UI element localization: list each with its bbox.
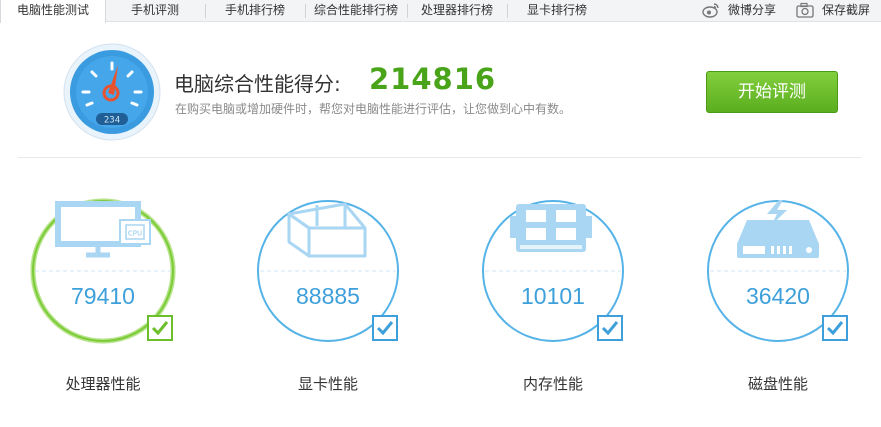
- disk-score: 36420: [746, 283, 810, 309]
- gpu-performance-card[interactable]: 88885 显卡性能: [255, 198, 405, 398]
- weibo-share-label: 微博分享: [728, 3, 777, 17]
- tab-overall-ranking[interactable]: 综合性能排行榜: [308, 0, 404, 22]
- section-divider: [18, 157, 861, 158]
- tab-pc-performance-test[interactable]: 电脑性能测试: [0, 0, 106, 23]
- checked-checkbox-icon[interactable]: [372, 315, 398, 341]
- gauge-readout: 234: [104, 116, 120, 126]
- weibo-icon: [702, 3, 719, 18]
- checked-checkbox-icon[interactable]: [597, 315, 623, 341]
- cpu-performance-label: 处理器性能: [65, 375, 141, 393]
- gpu-performance-label: 显卡性能: [297, 375, 358, 393]
- overall-score-value: 214816: [369, 62, 497, 96]
- memory-performance-card[interactable]: 10101 内存性能: [480, 198, 630, 398]
- save-screenshot-label: 保存截屏: [822, 3, 871, 17]
- tab-bar: 电脑性能测试 手机评测 手机排行榜 综合性能排行榜 处理器排行榜 显卡排行榜 微…: [0, 0, 881, 23]
- cpu-score: 79410: [71, 283, 135, 309]
- tab-phone-review[interactable]: 手机评测: [110, 0, 200, 22]
- overall-score-label: 电脑综合性能得分:: [174, 72, 341, 96]
- description-text: 在购买电脑或增加硬件时，帮您对电脑性能进行评估，让您做到心中有数。: [175, 102, 572, 116]
- gpu-score: 88885: [296, 283, 360, 309]
- start-test-button[interactable]: 开始评测: [706, 71, 838, 113]
- tab-phone-ranking[interactable]: 手机排行榜: [210, 0, 300, 22]
- tab-separator: [205, 4, 206, 18]
- speedometer-icon: 234: [63, 43, 161, 141]
- camera-icon: [796, 2, 814, 18]
- weibo-share-button[interactable]: 微博分享: [702, 0, 782, 22]
- checked-checkbox-icon[interactable]: [147, 315, 173, 341]
- save-screenshot-button[interactable]: 保存截屏: [796, 0, 878, 22]
- tab-separator: [507, 4, 508, 18]
- disk-performance-label: 磁盘性能: [747, 375, 808, 393]
- svg-text:CPU: CPU: [128, 230, 142, 238]
- checked-checkbox-icon[interactable]: [822, 315, 848, 341]
- tab-separator: [305, 4, 306, 18]
- tab-cpu-ranking[interactable]: 处理器排行榜: [410, 0, 504, 22]
- tab-separator: [407, 4, 408, 18]
- memory-chip-icon: [510, 204, 592, 252]
- tab-gpu-ranking[interactable]: 显卡排行榜: [512, 0, 602, 22]
- cpu-performance-card[interactable]: CPU 79410 处理器性能: [30, 198, 180, 398]
- disk-performance-card[interactable]: 36420 磁盘性能: [705, 198, 855, 398]
- memory-score: 10101: [521, 283, 585, 309]
- memory-performance-label: 内存性能: [522, 375, 583, 393]
